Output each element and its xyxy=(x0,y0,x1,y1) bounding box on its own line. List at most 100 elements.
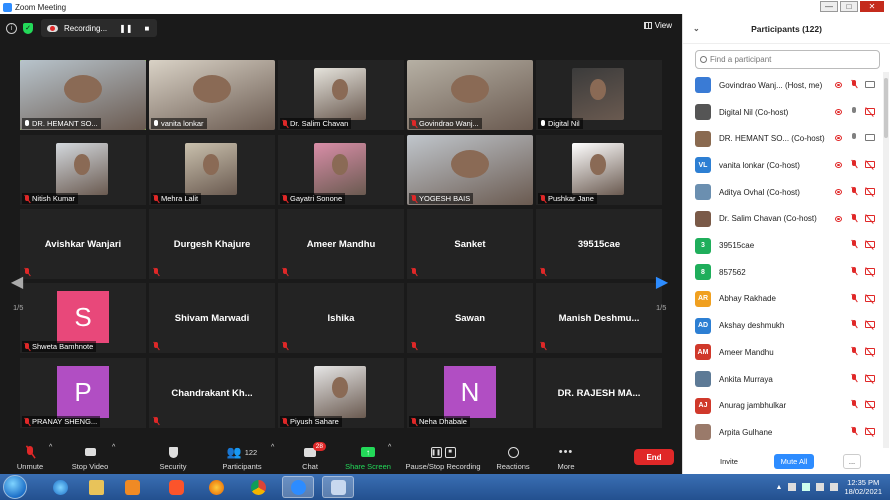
meeting-info-icon[interactable]: i xyxy=(6,22,17,34)
stop-recording-icon[interactable]: ■ xyxy=(145,24,150,33)
microphone-muted-icon[interactable] xyxy=(851,427,857,435)
share-options-caret-icon[interactable]: ^ xyxy=(388,444,391,451)
paint-taskbar-icon[interactable] xyxy=(322,476,354,498)
microphone-muted-icon[interactable] xyxy=(851,80,857,88)
video-tile[interactable]: Avishkar Wanjari xyxy=(20,209,146,279)
pause-stop-recording-button[interactable]: ❚❚ ■ Pause/Stop Recording xyxy=(402,441,484,473)
video-camera-off-icon[interactable] xyxy=(865,241,875,249)
pause-recording-icon[interactable]: ❚❚ xyxy=(119,24,132,33)
chrome-taskbar-icon[interactable] xyxy=(242,476,274,498)
previous-page-icon[interactable]: ◀ xyxy=(10,272,24,292)
video-camera-off-icon[interactable] xyxy=(865,321,875,329)
video-options-caret-icon[interactable]: ^ xyxy=(112,444,115,451)
microphone-muted-icon[interactable] xyxy=(851,240,857,248)
network-icon[interactable] xyxy=(802,483,811,491)
video-tile[interactable]: Mehra Lalit xyxy=(149,135,275,205)
close-button[interactable]: ✕ xyxy=(860,1,884,12)
end-meeting-button[interactable]: End xyxy=(634,449,674,465)
chat-button[interactable]: 28 Chat xyxy=(298,441,326,473)
video-camera-off-icon[interactable] xyxy=(865,428,875,436)
microphone-muted-icon[interactable] xyxy=(851,320,857,328)
video-tile[interactable]: Durgesh Khajure xyxy=(149,209,275,279)
tray-overflow-icon[interactable]: ▲ xyxy=(776,484,783,491)
video-camera-off-icon[interactable] xyxy=(865,348,875,355)
participant-row[interactable]: AM Ameer Mandhu xyxy=(683,339,883,366)
video-tile[interactable]: Gayatri Sonone xyxy=(278,135,404,205)
participant-row[interactable]: AJ Anurag jambhulkar xyxy=(683,392,883,419)
video-tile[interactable]: P PRANAY SHENG... xyxy=(20,358,146,428)
participant-row[interactable]: Digital Nil (Co-host) xyxy=(683,99,883,126)
video-camera-off-icon[interactable] xyxy=(865,267,875,275)
collapse-chevron-icon[interactable]: ⌄ xyxy=(693,24,700,33)
zoom-taskbar-icon[interactable] xyxy=(282,476,314,498)
participant-row[interactable]: AR Abhay Rakhade xyxy=(683,286,883,313)
video-camera-off-icon[interactable] xyxy=(865,374,875,382)
video-camera-off-icon[interactable] xyxy=(865,214,875,222)
participants-button[interactable]: 👥 122 Participants xyxy=(218,441,266,473)
participant-row[interactable]: DR. HEMANT SO... (Co-host) xyxy=(683,125,883,152)
video-tile[interactable]: vanita lonkar xyxy=(149,60,275,130)
video-tile[interactable]: Manish Deshmu... xyxy=(536,283,662,353)
firefox-taskbar-icon[interactable] xyxy=(200,476,232,498)
participants-scrollbar[interactable] xyxy=(883,72,889,448)
ie-taskbar-icon[interactable] xyxy=(44,476,76,498)
volume-icon[interactable] xyxy=(816,483,825,491)
participant-row[interactable]: Aditya Ovhal (Co-host) xyxy=(683,179,883,206)
media-player-taskbar-icon[interactable] xyxy=(116,476,148,498)
participant-row[interactable]: AD Akshay deshmukh xyxy=(683,312,883,339)
participant-row[interactable]: Arpita Gulhane xyxy=(683,419,883,446)
video-tile[interactable]: Ishika xyxy=(278,283,404,353)
microphone-muted-icon[interactable] xyxy=(851,293,857,302)
video-tile[interactable]: Sanket xyxy=(407,209,533,279)
video-tile[interactable]: 39515cae xyxy=(536,209,662,279)
clock[interactable]: 12:35 PM 18/02/2021 xyxy=(844,478,882,496)
video-tile[interactable]: YOGESH BAIS xyxy=(407,135,533,205)
video-camera-icon[interactable] xyxy=(865,81,875,88)
microphone-muted-icon[interactable] xyxy=(851,347,857,355)
flag-icon[interactable] xyxy=(788,483,797,491)
video-tile[interactable]: Piyush Sahare xyxy=(278,358,404,428)
video-tile[interactable]: Govindrao Wanj... xyxy=(407,60,533,130)
participant-row[interactable]: VL vanita lonkar (Co-host) xyxy=(683,152,883,179)
video-camera-off-icon[interactable] xyxy=(865,107,875,115)
view-button[interactable]: View xyxy=(643,21,672,30)
video-camera-off-icon[interactable] xyxy=(865,187,875,195)
participant-row[interactable]: Ankita Murraya xyxy=(683,366,883,393)
microphone-muted-icon[interactable] xyxy=(851,160,857,168)
security-button[interactable]: Security xyxy=(156,441,190,473)
video-camera-off-icon[interactable] xyxy=(865,401,875,409)
video-camera-off-icon[interactable] xyxy=(865,161,875,169)
video-tile[interactable]: Sawan xyxy=(407,283,533,353)
unmute-button[interactable]: Unmute xyxy=(14,441,46,473)
start-button[interactable] xyxy=(3,475,27,499)
video-camera-off-icon[interactable] xyxy=(865,294,875,302)
microphone-muted-icon[interactable] xyxy=(851,186,857,195)
participant-search-input[interactable]: Find a participant xyxy=(695,50,880,69)
audio-options-caret-icon[interactable]: ^ xyxy=(49,444,52,451)
video-tile[interactable]: Digital Nil xyxy=(536,60,662,130)
video-tile[interactable]: DR. HEMANT SO... xyxy=(20,60,146,130)
video-tile[interactable]: Ameer Mandhu xyxy=(278,209,404,279)
microphone-icon[interactable] xyxy=(851,106,857,115)
microphone-muted-icon[interactable] xyxy=(851,373,857,382)
more-button[interactable]: ••• More xyxy=(553,441,579,473)
video-tile[interactable]: N Neha Dhabale xyxy=(407,358,533,428)
video-tile[interactable]: Shivam Marwadi xyxy=(149,283,275,353)
share-screen-button[interactable]: ↑ Share Screen xyxy=(343,441,393,473)
video-tile[interactable]: DR. RAJESH MA... xyxy=(536,358,662,428)
video-tile[interactable]: Dr. Salim Chavan xyxy=(278,60,404,130)
video-tile[interactable]: S Shweta Bamhnote xyxy=(20,283,146,353)
brave-taskbar-icon[interactable] xyxy=(160,476,192,498)
video-tile[interactable]: Nitish Kumar xyxy=(20,135,146,205)
stop-video-button[interactable]: Stop Video xyxy=(68,441,112,473)
reactions-button[interactable]: Reactions xyxy=(494,441,532,473)
participant-row[interactable]: Govindrao Wanj... (Host, me) xyxy=(683,72,883,99)
microphone-muted-icon[interactable] xyxy=(851,400,857,408)
video-tile[interactable]: Chandrakant Kh... xyxy=(149,358,275,428)
microphone-muted-icon[interactable] xyxy=(851,213,857,222)
video-tile[interactable]: Pushkar Jane xyxy=(536,135,662,205)
next-page-icon[interactable]: ▶ xyxy=(655,272,669,292)
minimize-button[interactable]: — xyxy=(820,1,838,12)
microphone-icon[interactable] xyxy=(851,133,857,141)
participant-row[interactable]: 3 39515cae xyxy=(683,232,883,259)
